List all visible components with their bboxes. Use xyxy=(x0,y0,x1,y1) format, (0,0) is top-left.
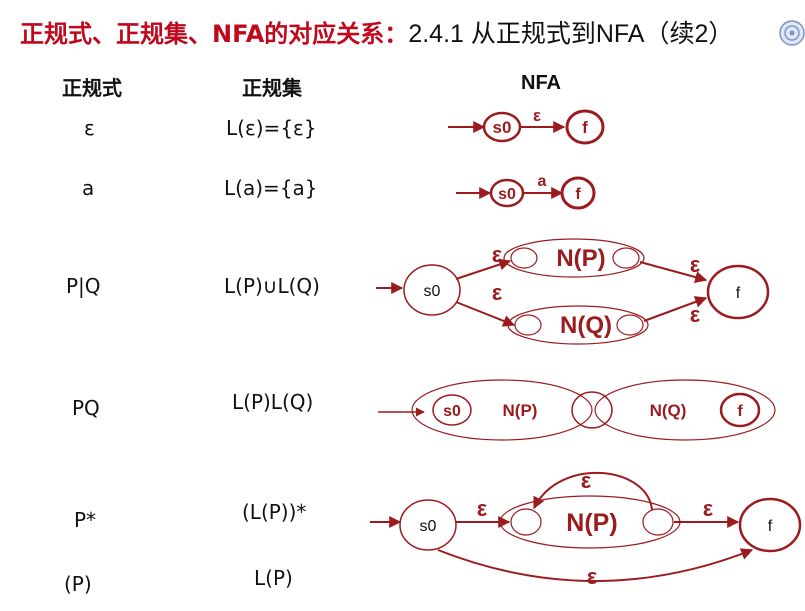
edge-label: a xyxy=(538,173,547,190)
np-end xyxy=(642,508,674,536)
eps-2: ε xyxy=(492,280,503,305)
nfa-sym: s0 a f xyxy=(456,173,596,210)
state-s0-label: s0 xyxy=(420,518,437,535)
nq-label: N(Q) xyxy=(560,312,612,339)
state-s0-label: s0 xyxy=(498,186,516,203)
state-f-label: f xyxy=(736,285,741,302)
np-label: N(P) xyxy=(503,401,538,420)
eps-4: ε xyxy=(690,302,701,327)
edge-loop-back xyxy=(533,472,653,511)
np-end xyxy=(612,247,640,269)
nq-start xyxy=(514,314,542,336)
state-f-label: f xyxy=(737,403,743,420)
state-f-label: f xyxy=(582,118,588,137)
nq-label: N(Q) xyxy=(650,401,687,420)
eps-3: ε xyxy=(690,252,701,277)
nfa-concat: s0 N(P) N(Q) f xyxy=(378,379,776,441)
nfa-star: s0 N(P) ε ε ε ε f xyxy=(370,468,802,589)
np-start xyxy=(510,508,542,536)
edge-s0-nq xyxy=(455,301,516,327)
eps-4: ε xyxy=(587,564,598,589)
state-s0-label: s0 xyxy=(424,283,441,300)
nfa-diagrams: s0 ε f s0 a f s0 N(P) N(Q) ε ε ε ε f s0 … xyxy=(370,106,802,589)
state-f-label: f xyxy=(575,186,581,203)
state-f-label: f xyxy=(768,518,773,535)
eps-1: ε xyxy=(477,496,488,521)
nfa-eps: s0 ε f xyxy=(448,106,605,145)
eps-1: ε xyxy=(492,242,503,267)
state-s0-label: s0 xyxy=(493,118,512,137)
nfa-union: s0 N(P) N(Q) ε ε ε ε f xyxy=(376,238,770,345)
np-start xyxy=(510,247,538,269)
np-label: N(P) xyxy=(556,245,605,272)
state-s0-label: s0 xyxy=(443,403,461,420)
eps-2: ε xyxy=(581,468,592,493)
eps-3: ε xyxy=(703,496,714,521)
edge-label: ε xyxy=(533,106,541,125)
np-label: N(P) xyxy=(566,509,617,537)
nq-end xyxy=(616,314,644,336)
